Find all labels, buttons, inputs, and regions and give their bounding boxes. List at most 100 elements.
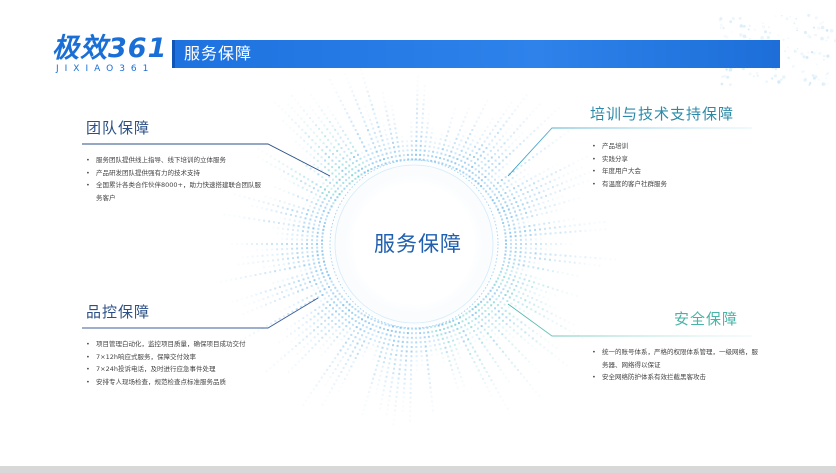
burst-dot	[292, 224, 295, 227]
burst-dot	[318, 145, 320, 148]
burst-dot	[471, 129, 474, 131]
burst-dot	[511, 292, 514, 295]
burst-dot	[517, 222, 520, 225]
burst-dot	[385, 152, 388, 155]
burst-dot	[369, 148, 372, 150]
burst-dot	[513, 197, 516, 200]
burst-dot	[565, 243, 567, 245]
burst-dot	[435, 156, 438, 159]
logo-subtitle: JIXIAO361	[56, 64, 155, 74]
burst-dot	[322, 142, 325, 145]
burst-dot	[525, 180, 528, 183]
burst-dot	[302, 207, 305, 210]
burst-dot	[465, 312, 468, 315]
burst-dot	[510, 215, 513, 218]
burst-dot	[421, 364, 424, 367]
burst-dot	[545, 243, 547, 245]
burst-dot	[494, 307, 496, 310]
burst-dot	[281, 243, 283, 245]
burst-dot	[293, 266, 296, 269]
burst-dot	[553, 221, 555, 224]
burst-dot	[231, 243, 233, 245]
burst-dot	[494, 172, 497, 175]
quality-section-title: 品控保障	[86, 303, 151, 321]
burst-dot	[427, 372, 430, 375]
burst-dot	[514, 250, 517, 253]
burst-dot	[349, 327, 352, 330]
burst-dot	[505, 217, 508, 220]
burst-dot	[296, 275, 299, 278]
burst-dot	[349, 158, 352, 161]
burst-dot	[419, 153, 422, 156]
burst-dot	[333, 146, 336, 149]
burst-dot	[469, 143, 472, 146]
burst-dot	[483, 140, 486, 143]
burst-dot	[241, 298, 243, 300]
burst-dot	[531, 297, 534, 299]
burst-dot	[519, 255, 522, 258]
burst-dot	[453, 343, 456, 346]
mist-dot	[720, 18, 723, 21]
burst-dot	[309, 128, 312, 131]
burst-dot	[324, 206, 327, 209]
burst-dot	[494, 326, 497, 329]
burst-dot	[515, 146, 518, 149]
burst-dot	[579, 174, 582, 177]
burst-dot	[291, 348, 294, 351]
burst-dot	[547, 188, 550, 190]
burst-dot	[332, 113, 334, 116]
burst-dot	[539, 228, 541, 231]
burst-dot	[533, 182, 536, 185]
burst-dot	[474, 145, 476, 148]
burst-dot	[561, 182, 563, 185]
burst-dot	[492, 184, 495, 187]
burst-dot	[311, 231, 314, 234]
burst-dot	[346, 77, 348, 79]
burst-dot	[444, 153, 447, 156]
burst-dot	[303, 109, 305, 112]
burst-dot	[277, 222, 280, 224]
burst-dot	[334, 190, 337, 193]
burst-dot	[334, 323, 337, 325]
burst-dot	[458, 342, 461, 345]
burst-dot	[524, 357, 527, 360]
burst-dot	[477, 321, 480, 324]
burst-dot	[292, 261, 295, 264]
burst-dot	[491, 117, 494, 120]
burst-dot	[415, 341, 418, 344]
burst-dot	[491, 199, 494, 202]
burst-dot	[302, 338, 305, 341]
mist-dot	[729, 83, 732, 86]
burst-dot	[553, 307, 556, 310]
burst-dot	[361, 318, 363, 321]
burst-dot	[339, 360, 342, 363]
burst-dot	[342, 366, 345, 369]
burst-dot	[514, 109, 516, 112]
burst-dot	[287, 370, 290, 373]
burst-dot	[500, 194, 503, 197]
burst-dot	[307, 135, 310, 138]
burst-dot	[362, 408, 365, 411]
burst-dot	[345, 160, 348, 163]
burst-dot	[361, 167, 363, 170]
burst-dot	[342, 345, 345, 348]
burst-dot	[379, 149, 382, 152]
burst-dot	[568, 186, 571, 189]
burst-dot	[504, 336, 507, 339]
burst-dot	[474, 311, 477, 314]
burst-dot	[452, 373, 455, 376]
burst-dot	[255, 307, 258, 310]
burst-dot	[297, 125, 300, 128]
burst-dot	[416, 84, 419, 87]
burst-dot	[422, 98, 425, 101]
burst-dot	[346, 373, 349, 376]
burst-dot	[319, 186, 322, 188]
mist-dot	[796, 29, 798, 32]
burst-dot	[361, 355, 364, 357]
burst-dot	[317, 173, 320, 176]
burst-dot	[327, 380, 329, 382]
burst-dot	[475, 120, 478, 123]
burst-dot	[501, 319, 504, 322]
burst-dot	[483, 366, 486, 369]
burst-dot	[312, 197, 315, 200]
